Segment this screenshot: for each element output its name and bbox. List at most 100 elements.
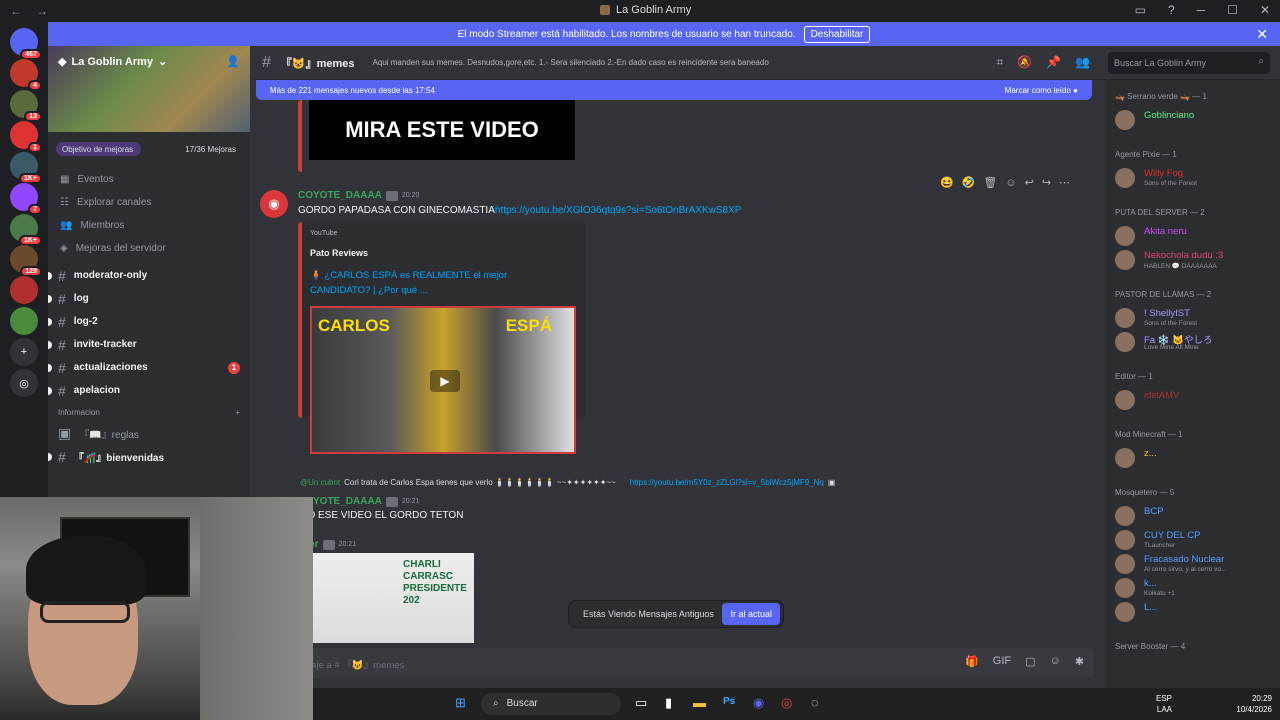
- channel-bienvenidas[interactable]: # 『🎢』bienvenidas: [48, 445, 250, 468]
- member-item[interactable]: Akita neru: [1115, 224, 1275, 248]
- member-item[interactable]: Fa ❄️ 🐱やしろ Love Mine All Mine: [1115, 330, 1275, 354]
- attached-image[interactable]: CHARLI CARRASC PRESIDENTE 202: [313, 553, 474, 643]
- reply-icon[interactable]: ↩: [1025, 176, 1034, 189]
- gif-icon[interactable]: GIF: [993, 655, 1011, 668]
- play-icon[interactable]: ▶: [430, 370, 460, 392]
- help-icon[interactable]: ?: [1168, 3, 1175, 17]
- discord-home-icon[interactable]: 467: [10, 28, 42, 60]
- back-arrow-icon[interactable]: ←: [10, 4, 22, 18]
- server-icon[interactable]: 129: [10, 245, 42, 277]
- message-author[interactable]: COYOTE_DAAAA 20:21: [298, 496, 419, 507]
- menu-server-boost[interactable]: ◈ Mejoras del servidor: [48, 237, 250, 260]
- server-icon[interactable]: 1K+: [10, 214, 42, 246]
- member-item[interactable]: idelAMV: [1115, 388, 1275, 412]
- previous-video-thumbnail[interactable]: MIRA ESTE VIDEO: [309, 100, 575, 160]
- file-explorer-icon[interactable]: ▬: [693, 695, 706, 710]
- threads-icon[interactable]: ⌗: [996, 55, 1003, 70]
- taskbar-search[interactable]: ⌕ Buscar: [481, 693, 621, 715]
- channel-apelacion[interactable]: # apelacion: [48, 379, 250, 402]
- member-name: Nekochola dudu :3: [1144, 250, 1224, 261]
- discover-icon[interactable]: ◎: [10, 369, 38, 397]
- message-link[interactable]: https://youtu.be/XGlO36qtq9s?si=So6tOnBr…: [495, 205, 742, 216]
- channel-log-2[interactable]: # log-2: [48, 310, 250, 333]
- reply-preview[interactable]: @Un cubot Cori trata de Carlos Espa tien…: [300, 478, 835, 487]
- channel-log[interactable]: # log: [48, 287, 250, 310]
- emoji-icon[interactable]: ☺: [1050, 655, 1061, 668]
- notifications-muted-icon[interactable]: 🔕: [1017, 55, 1032, 70]
- chrome-icon[interactable]: ◎: [781, 695, 792, 711]
- gift-icon[interactable]: 🎁: [965, 655, 979, 668]
- forward-arrow-icon[interactable]: →: [36, 4, 48, 18]
- apps-icon[interactable]: ✱: [1075, 655, 1084, 668]
- member-item[interactable]: ! ShellyIST Sons of the Forest: [1115, 306, 1275, 330]
- embed-title[interactable]: 🧍 ¿CARLOS ESPÁ es REALMENTE el mejor CAN…: [310, 268, 560, 298]
- more-icon[interactable]: ⋯: [1059, 176, 1070, 189]
- member-item[interactable]: Goblinciano: [1115, 108, 1275, 132]
- menu-members-label: Miembros: [80, 220, 125, 231]
- jump-to-present-button[interactable]: Ir al actual: [722, 603, 780, 625]
- add-server-icon[interactable]: +: [10, 338, 38, 366]
- member-name: Goblinciano: [1144, 110, 1195, 121]
- boost-goal[interactable]: Objetivo de mejoras 17/36 Mejoras: [56, 142, 242, 156]
- category-informacion[interactable]: Informacion +: [48, 402, 250, 422]
- new-messages-bar[interactable]: Más de 221 mensajes nuevos desde las 17:…: [256, 80, 1092, 100]
- server-icon[interactable]: 13: [10, 90, 42, 122]
- role-header: Mosquetero — 5: [1115, 488, 1175, 497]
- avatar: [1115, 530, 1135, 550]
- member-list-icon[interactable]: 👥: [1075, 55, 1090, 70]
- discord-icon[interactable]: ◉: [753, 695, 764, 711]
- menu-members[interactable]: 👥 Miembros: [48, 214, 250, 237]
- unread-marker: [48, 317, 52, 326]
- member-item[interactable]: z...: [1115, 446, 1275, 470]
- embed-video-thumbnail[interactable]: CARLOS ESPÁ ▶: [310, 306, 576, 454]
- server-header[interactable]: ◆ La Goblin Army ⌄ 👤: [48, 46, 250, 132]
- member-item[interactable]: k... Koikatu +1: [1115, 576, 1275, 600]
- server-icon[interactable]: [10, 307, 38, 335]
- add-channel-icon[interactable]: +: [235, 408, 240, 417]
- server-icon[interactable]: 4: [10, 59, 42, 91]
- pin-icon[interactable]: 📌: [1046, 55, 1061, 70]
- reaction-emoji-icon[interactable]: 🗑: [983, 176, 997, 189]
- server-icon[interactable]: 1: [10, 121, 42, 153]
- invite-icon[interactable]: 👤: [226, 55, 240, 68]
- server-icon[interactable]: 1K+: [10, 152, 42, 184]
- sticker-icon[interactable]: ▢: [1025, 655, 1035, 668]
- search-input[interactable]: Buscar La Goblin Army ⌕: [1108, 52, 1270, 74]
- message-input[interactable]: viar mensaje a # 『😺』memes 🎁 GIF ▢ ☺ ✱: [260, 648, 1094, 678]
- add-reaction-icon[interactable]: ☺: [1005, 177, 1016, 189]
- twitch-icon[interactable]: 7: [10, 183, 42, 215]
- mark-as-read-button[interactable]: Marcar como leído ●: [1005, 86, 1078, 95]
- member-item[interactable]: BCP: [1115, 504, 1275, 528]
- member-item[interactable]: Nekochola dudu :3 HABLEN 💬 DAAAAAAA: [1115, 248, 1275, 272]
- start-icon[interactable]: ⊞: [455, 695, 466, 711]
- photoshop-icon[interactable]: Ps: [723, 696, 735, 707]
- channel-topic[interactable]: Aqui manden sus memes. Desnudos,gore,etc…: [373, 58, 769, 67]
- channel-moderator-only[interactable]: # moderator-only: [48, 264, 250, 287]
- embed-author[interactable]: Pato Reviews: [310, 248, 368, 258]
- avatar[interactable]: ◉: [260, 190, 288, 218]
- disable-streamer-button[interactable]: Deshabilitar: [803, 25, 871, 43]
- channel-invite-tracker[interactable]: # invite-tracker: [48, 333, 250, 356]
- channel-reglas[interactable]: ▣ 『📖』reglas: [48, 422, 250, 445]
- message-author[interactable]: COYOTE_DAAAA 20:20: [298, 190, 419, 201]
- close-window-button[interactable]: ✕: [1260, 3, 1270, 17]
- inbox-icon[interactable]: ▭: [1135, 3, 1146, 17]
- task-view-icon[interactable]: ▭: [635, 695, 647, 711]
- member-item[interactable]: Fracasado Nuclear Al cerro sirvo, y al ce…: [1115, 552, 1275, 576]
- menu-events[interactable]: ▦ Eventos: [48, 168, 250, 191]
- channel-actualizaciones[interactable]: # actualizaciones 1: [48, 356, 250, 379]
- minimize-button[interactable]: ─: [1197, 3, 1206, 17]
- forward-icon[interactable]: ↪: [1042, 176, 1051, 189]
- member-item[interactable]: L...: [1115, 600, 1275, 624]
- app-icon[interactable]: ◌: [811, 695, 819, 710]
- server-icon[interactable]: [10, 276, 38, 304]
- member-item[interactable]: Willy Fog Sons of the Forest: [1115, 166, 1275, 190]
- close-icon[interactable]: ✕: [1256, 26, 1268, 43]
- app-icon[interactable]: ▮: [665, 695, 672, 711]
- reaction-emoji-icon[interactable]: 😆: [940, 176, 954, 189]
- member-item[interactable]: CUY DEL CP TLauncher: [1115, 528, 1275, 552]
- maximize-button[interactable]: ☐: [1227, 3, 1238, 17]
- system-tray[interactable]: ESP LAA 20:29 10/4/2026: [1156, 693, 1272, 715]
- reaction-emoji-icon[interactable]: 🤣: [962, 176, 976, 189]
- menu-browse-channels[interactable]: ☷ Explorar canales: [48, 191, 250, 214]
